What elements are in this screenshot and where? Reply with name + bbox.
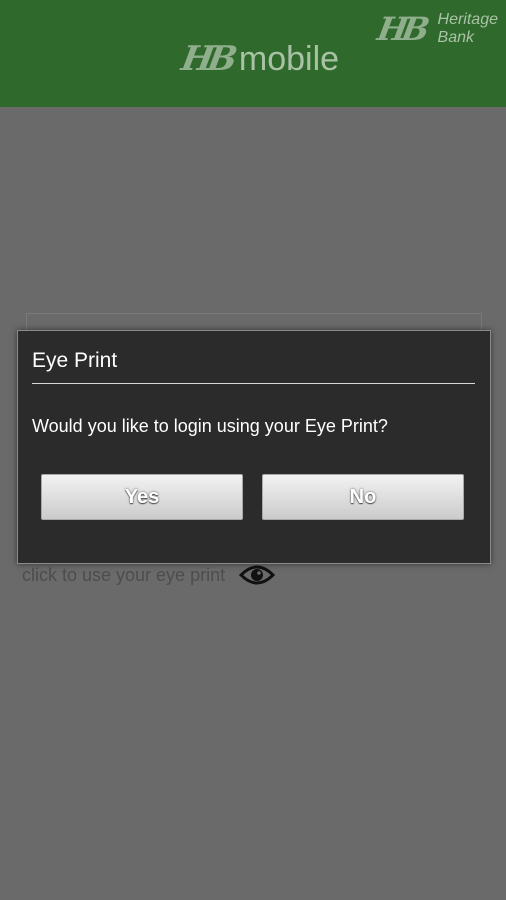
bank-name: Heritage Bank bbox=[438, 11, 498, 47]
eye-print-hint: click to use your eye print bbox=[22, 564, 226, 585]
hb-logo-word: mobile bbox=[238, 40, 340, 78]
app-header: HB mobile HB Heritage Bank bbox=[0, 0, 506, 107]
heritage-bank-logo: HB Heritage Bank bbox=[374, 10, 498, 48]
hb-mobile-logo: HB mobile bbox=[178, 39, 340, 79]
background-input-field bbox=[26, 313, 482, 330]
dialog-divider bbox=[32, 383, 475, 384]
bank-name-line1: Heritage bbox=[437, 11, 498, 28]
no-button[interactable]: No bbox=[262, 474, 464, 520]
eye-print-dialog: Eye Print Would you like to login using … bbox=[17, 330, 491, 564]
hb-logo-mark: HB bbox=[178, 39, 235, 79]
dialog-message: Would you like to login using your Eye P… bbox=[32, 416, 388, 436]
yes-button[interactable]: Yes bbox=[41, 474, 243, 520]
eye-icon bbox=[238, 563, 276, 587]
dialog-title: Eye Print bbox=[32, 349, 118, 372]
bank-logo-mark: HB bbox=[374, 10, 427, 48]
bank-name-line2: Bank bbox=[437, 29, 474, 46]
eye-print-hint-row: click to use your eye print bbox=[22, 563, 276, 587]
